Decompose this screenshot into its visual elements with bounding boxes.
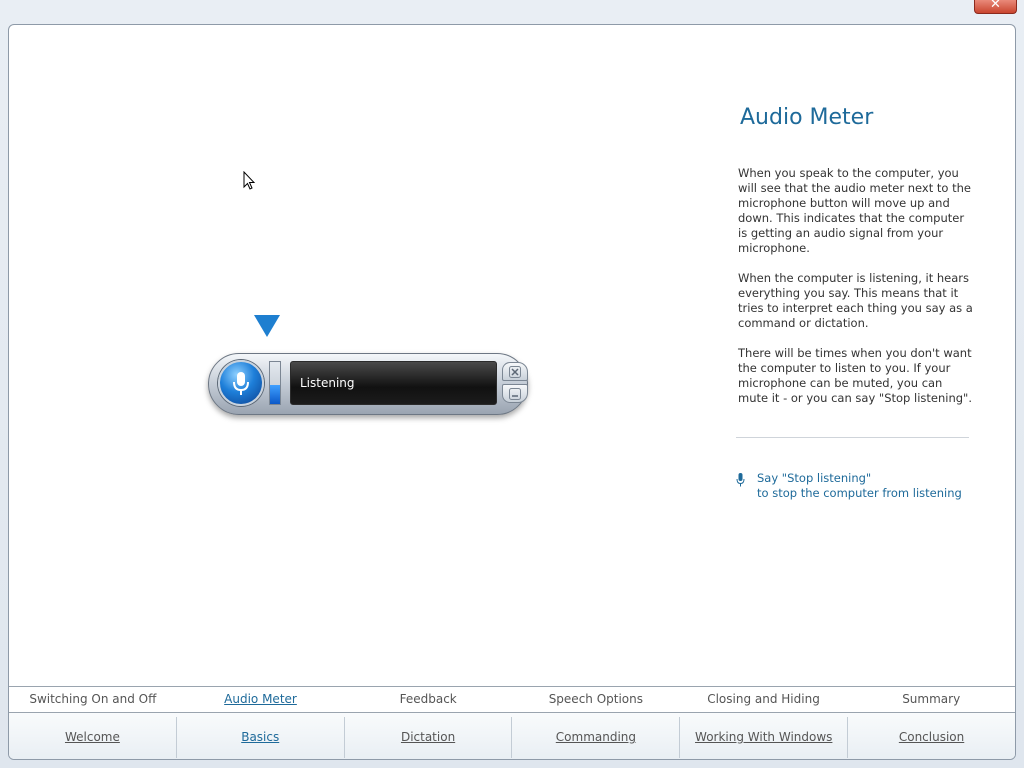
nav-item-welcome[interactable]: Welcome <box>9 717 177 758</box>
tutorial-content-area: Listening Audio Meter When you speak to … <box>8 24 1016 760</box>
minimize-icon <box>509 388 521 400</box>
speech-recognition-bar: Listening <box>208 353 528 415</box>
subnav-item-closing-and-hiding[interactable]: Closing and Hiding <box>680 687 848 713</box>
status-text: Listening <box>300 376 355 390</box>
subnav-item-summary[interactable]: Summary <box>847 687 1015 713</box>
status-display: Listening <box>290 361 497 405</box>
nav-item-basics[interactable]: Basics <box>177 717 345 758</box>
description-paragraph: When you speak to the computer, you will… <box>738 166 971 255</box>
nav-item-working-with-windows[interactable]: Working With Windows <box>680 717 849 758</box>
mouse-cursor-icon <box>243 171 256 190</box>
description-paragraph: There will be times when you don't want … <box>738 346 972 405</box>
pointer-triangle-icon <box>254 315 280 337</box>
subnav-item-switching-on-and-off[interactable]: Switching On and Off <box>9 687 177 713</box>
microphone-button[interactable] <box>218 360 264 406</box>
nav-item-commanding[interactable]: Commanding <box>512 717 681 758</box>
speech-minimize-button[interactable] <box>502 384 528 403</box>
description-paragraph: When the computer is listening, it hears… <box>738 271 973 330</box>
speech-close-button[interactable] <box>502 362 528 381</box>
tip-text: Say "Stop listening" <box>757 471 872 485</box>
nav-item-conclusion[interactable]: Conclusion <box>848 717 1015 758</box>
close-icon: ✕ <box>990 0 1001 12</box>
subnav: Switching On and Off Audio Meter Feedbac… <box>9 686 1015 713</box>
audio-meter <box>269 361 281 405</box>
window-close-button[interactable]: ✕ <box>974 0 1017 14</box>
audio-meter-level <box>270 385 280 404</box>
subnav-item-audio-meter[interactable]: Audio Meter <box>177 687 345 713</box>
subnav-item-speech-options[interactable]: Speech Options <box>512 687 680 713</box>
microphone-icon <box>233 372 249 395</box>
divider <box>736 437 969 438</box>
subnav-item-feedback[interactable]: Feedback <box>344 687 512 713</box>
close-icon <box>509 366 521 378</box>
page-title: Audio Meter <box>740 105 874 130</box>
main-nav: Welcome Basics Dictation Commanding Work… <box>9 712 1015 759</box>
tip-text: to stop the computer from listening <box>757 486 962 500</box>
microphone-icon <box>736 473 745 487</box>
nav-item-dictation[interactable]: Dictation <box>345 717 513 758</box>
